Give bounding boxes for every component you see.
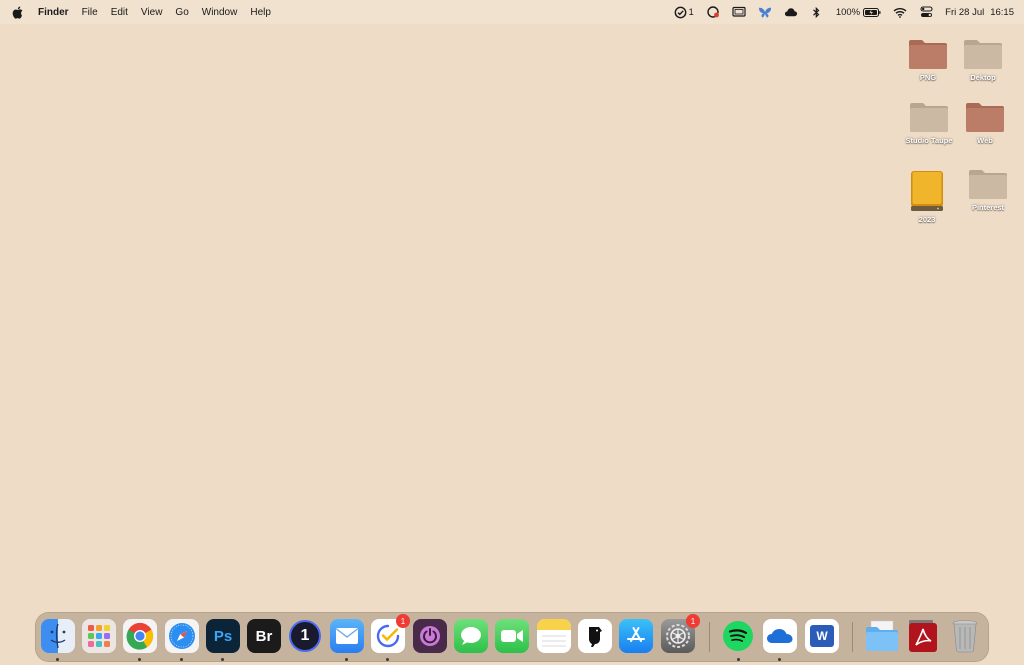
folder-icon bbox=[909, 101, 949, 133]
running-indicator bbox=[56, 658, 59, 661]
tasks-count: 1 bbox=[688, 6, 694, 18]
desktop-folder-web[interactable]: Web bbox=[954, 101, 1016, 145]
dock-trash[interactable] bbox=[948, 619, 982, 653]
dock-system-settings[interactable]: 1 bbox=[661, 614, 700, 653]
trash-icon bbox=[952, 620, 978, 653]
bluetooth-icon[interactable] bbox=[810, 5, 824, 19]
battery-status[interactable]: 100% bbox=[836, 5, 881, 19]
dock-folder-stack[interactable] bbox=[865, 619, 899, 653]
spotify-icon bbox=[723, 621, 753, 651]
desktop-folder-pinterest[interactable]: Pinterest bbox=[957, 168, 1019, 212]
desktop-drive-2023[interactable]: 2023 bbox=[896, 170, 958, 224]
menu-window[interactable]: Window bbox=[202, 7, 238, 18]
control-center-icon[interactable] bbox=[919, 5, 933, 19]
dock: Ps Br 1 1 1 W bbox=[35, 612, 989, 662]
dock-separator bbox=[852, 622, 853, 652]
onedrive-cloud-icon bbox=[767, 629, 793, 643]
desktop-icon-label: Dektop bbox=[970, 73, 996, 82]
envelope-icon bbox=[336, 628, 358, 644]
screen-record-icon[interactable] bbox=[706, 5, 720, 19]
dock-messages[interactable] bbox=[454, 619, 488, 653]
bird-icon bbox=[589, 627, 602, 647]
desktop-folder-studio-taupe[interactable]: Studio Taupe bbox=[898, 101, 960, 145]
power-icon bbox=[420, 626, 440, 646]
menu-date[interactable]: Fri 28 Jul bbox=[945, 7, 984, 18]
dock-bridge[interactable]: Br bbox=[247, 619, 281, 653]
desktop-icon-label: Web bbox=[977, 136, 993, 145]
butterfly-icon[interactable] bbox=[758, 5, 772, 19]
dock-safari[interactable] bbox=[165, 619, 199, 653]
dock-acrobat[interactable] bbox=[906, 619, 940, 653]
desktop-icon-label: Pinterest bbox=[971, 203, 1005, 212]
battery-icon bbox=[863, 5, 881, 19]
notification-badge: 1 bbox=[396, 614, 410, 628]
desktop-folder-dektop[interactable]: Dektop bbox=[952, 38, 1014, 82]
menu-app-name[interactable]: Finder bbox=[38, 7, 69, 18]
running-indicator bbox=[778, 658, 781, 661]
drive-icon bbox=[908, 170, 946, 212]
menu-bar: Finder File Edit View Go Window Help 1 1… bbox=[0, 0, 1024, 24]
wifi-icon[interactable] bbox=[893, 5, 907, 19]
dock-notes[interactable] bbox=[537, 619, 571, 653]
dock-1password[interactable]: 1 bbox=[288, 619, 322, 653]
menu-edit[interactable]: Edit bbox=[111, 7, 128, 18]
launchpad-grid-icon bbox=[88, 625, 110, 647]
dock-separator bbox=[709, 622, 710, 652]
folder-icon bbox=[968, 168, 1008, 200]
dock-spotify[interactable] bbox=[721, 619, 755, 653]
running-indicator bbox=[386, 658, 389, 661]
desktop-icon-label: 2023 bbox=[918, 215, 936, 224]
dock-app-store[interactable] bbox=[619, 619, 653, 653]
menu-go[interactable]: Go bbox=[175, 7, 188, 18]
dock-launchpad[interactable] bbox=[82, 619, 116, 653]
bridge-logo: Br bbox=[255, 627, 273, 645]
notification-badge: 1 bbox=[686, 614, 700, 628]
running-indicator bbox=[138, 658, 141, 661]
notes-icon bbox=[537, 619, 571, 647]
dock-bird-app[interactable] bbox=[578, 619, 612, 653]
folder-stack-icon bbox=[866, 620, 898, 651]
dock-chrome[interactable] bbox=[123, 619, 157, 653]
apple-icon[interactable] bbox=[12, 6, 24, 19]
dock-tasks[interactable]: 1 bbox=[371, 614, 410, 653]
dock-mail[interactable] bbox=[330, 619, 364, 653]
running-indicator bbox=[221, 658, 224, 661]
photoshop-logo: Ps bbox=[213, 627, 233, 645]
word-icon: W bbox=[810, 625, 834, 647]
running-indicator bbox=[737, 658, 740, 661]
tasks-status[interactable]: 1 bbox=[674, 5, 694, 19]
running-indicator bbox=[345, 658, 348, 661]
battery-percent: 100% bbox=[835, 6, 861, 18]
menu-view[interactable]: View bbox=[141, 7, 163, 18]
desktop-folder-png[interactable]: PNG bbox=[897, 38, 959, 82]
chat-bubble-icon bbox=[461, 627, 481, 645]
display-icon[interactable] bbox=[732, 5, 746, 19]
dock-word[interactable]: W bbox=[805, 619, 839, 653]
dock-finder[interactable] bbox=[41, 619, 75, 653]
video-camera-icon bbox=[501, 630, 523, 642]
menu-time[interactable]: 16:15 bbox=[990, 7, 1014, 18]
tasks-check-icon bbox=[376, 624, 400, 648]
folder-icon bbox=[963, 38, 1003, 70]
acrobat-pdf-icon bbox=[909, 620, 937, 652]
safari-compass-icon bbox=[169, 623, 195, 649]
dock-power-app[interactable] bbox=[413, 619, 447, 653]
dock-facetime[interactable] bbox=[495, 619, 529, 653]
app-store-icon bbox=[627, 627, 645, 642]
folder-icon bbox=[965, 101, 1005, 133]
dock-photoshop[interactable]: Ps bbox=[206, 619, 240, 653]
desktop-icon-label: Studio Taupe bbox=[905, 136, 953, 145]
folder-icon bbox=[908, 38, 948, 70]
chrome-icon bbox=[126, 622, 154, 650]
1password-icon: 1 bbox=[289, 620, 321, 652]
menu-help[interactable]: Help bbox=[250, 7, 271, 18]
checkmark-circle-icon bbox=[674, 5, 688, 19]
menu-file[interactable]: File bbox=[82, 7, 98, 18]
finder-icon bbox=[50, 623, 66, 649]
dock-onedrive[interactable] bbox=[763, 619, 797, 653]
desktop-icon-label: PNG bbox=[919, 73, 937, 82]
cloud-icon[interactable] bbox=[784, 5, 798, 19]
running-indicator bbox=[180, 658, 183, 661]
